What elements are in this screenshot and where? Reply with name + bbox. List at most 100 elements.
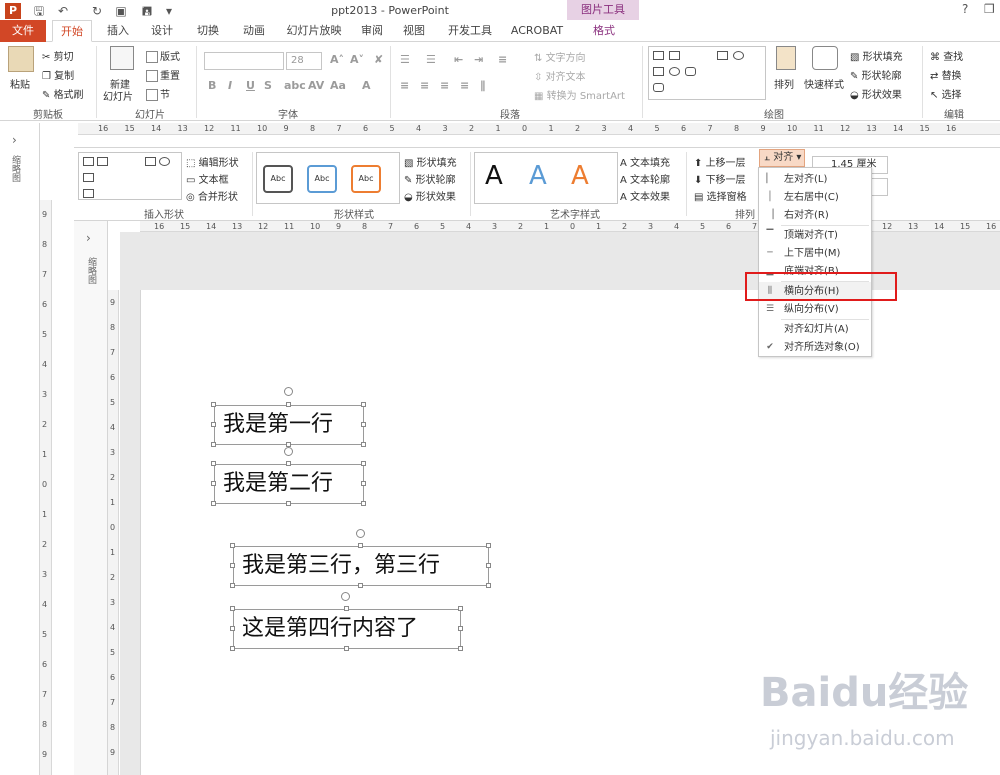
- save-icon[interactable]: 🖫: [30, 2, 48, 20]
- resize-handle[interactable]: [211, 481, 216, 486]
- resize-handle[interactable]: [211, 501, 216, 506]
- start-slideshow-icon[interactable]: ▣: [112, 2, 130, 20]
- increase-indent-icon[interactable]: ⇥: [474, 53, 483, 66]
- cut-button[interactable]: ✂ 剪切: [42, 48, 74, 63]
- undo-icon[interactable]: ↶: [54, 2, 72, 20]
- tab-home[interactable]: 开始: [52, 20, 92, 42]
- shape-style-dark[interactable]: Abc: [263, 165, 293, 193]
- menu-item-align-middle[interactable]: ─ 上下居中(M): [759, 244, 871, 263]
- resize-handle[interactable]: [358, 583, 363, 588]
- resize-handle[interactable]: [344, 606, 349, 611]
- shape-effects-button-2[interactable]: ◒ 形状效果: [404, 188, 456, 203]
- arrange-button[interactable]: 排列: [774, 76, 794, 91]
- resize-handle[interactable]: [486, 563, 491, 568]
- menu-item-align-to-slide[interactable]: 对齐幻灯片(A): [759, 320, 871, 339]
- rounded-rect-shape-icon[interactable]: [685, 67, 696, 76]
- smartart-button[interactable]: ▦ 转换为 SmartArt: [534, 87, 625, 102]
- tab-insert[interactable]: 插入: [100, 20, 136, 42]
- resize-handle[interactable]: [230, 563, 235, 568]
- clear-format-icon[interactable]: ✘: [374, 53, 383, 66]
- restore-icon[interactable]: ❒: [984, 2, 995, 16]
- justify-icon[interactable]: ≡: [460, 79, 469, 92]
- expand-pane-icon[interactable]: ›: [12, 133, 17, 147]
- text-box-line-2[interactable]: 我是第二行: [214, 464, 364, 504]
- tab-design[interactable]: 设计: [144, 20, 180, 42]
- resize-handle[interactable]: [286, 501, 291, 506]
- resize-handle[interactable]: [230, 606, 235, 611]
- align-center-text-icon[interactable]: ≡: [420, 79, 429, 92]
- resize-handle[interactable]: [361, 481, 366, 486]
- vertical-textbox-shape-icon[interactable]: [97, 157, 108, 166]
- reset-button[interactable]: 重置: [146, 67, 180, 82]
- replace-button[interactable]: ⇄ 替换: [930, 67, 962, 82]
- tab-slideshow[interactable]: 幻灯片放映: [282, 20, 346, 42]
- vertical-textbox-shape-icon[interactable]: [669, 51, 680, 60]
- font-name-select[interactable]: [204, 52, 284, 70]
- tab-acrobat[interactable]: ACROBAT: [508, 20, 566, 42]
- text-box-line-4[interactable]: 这是第四行内容了: [233, 609, 461, 649]
- bullets-icon[interactable]: ☰: [400, 53, 410, 66]
- resize-handle[interactable]: [361, 501, 366, 506]
- send-backward-button[interactable]: ⬇ 下移一层: [694, 171, 746, 186]
- new-slide-icon[interactable]: [110, 46, 134, 70]
- shapes-gallery[interactable]: [648, 46, 766, 100]
- shape-fill-button[interactable]: ▧ 形状填充: [850, 48, 903, 63]
- quick-styles-button[interactable]: 快速样式: [804, 76, 844, 91]
- line-spacing-icon[interactable]: ≡: [498, 53, 507, 66]
- decrease-indent-icon[interactable]: ⇤: [454, 53, 463, 66]
- text-effects-button[interactable]: A 文本效果: [620, 188, 670, 203]
- selection-pane-button[interactable]: ▤ 选择窗格: [694, 188, 747, 203]
- format-painter-button[interactable]: ✎ 格式刷: [42, 86, 84, 101]
- resize-handle[interactable]: [230, 583, 235, 588]
- tab-view[interactable]: 视图: [398, 20, 430, 42]
- resize-handle[interactable]: [361, 402, 366, 407]
- tab-file[interactable]: 文件: [0, 20, 46, 42]
- save-as-icon[interactable]: 🖪: [138, 2, 156, 20]
- find-button[interactable]: ⌘ 查找: [930, 48, 963, 63]
- copy-button[interactable]: ❐ 复制: [42, 67, 74, 82]
- text-box-button[interactable]: ▭ 文本框: [186, 171, 229, 186]
- menu-item-align-selected[interactable]: ✔ 对齐所选对象(O): [759, 338, 871, 357]
- columns-icon[interactable]: ∥: [480, 79, 486, 92]
- resize-handle[interactable]: [286, 461, 291, 466]
- oval-shape-icon[interactable]: [733, 51, 744, 60]
- change-case-icon[interactable]: Aa: [330, 79, 346, 92]
- resize-handle[interactable]: [230, 543, 235, 548]
- arrange-icon[interactable]: [776, 46, 796, 70]
- expand-pane-icon[interactable]: ›: [86, 231, 91, 245]
- wordart-gallery[interactable]: A A A: [474, 152, 618, 204]
- new-slide-label-2[interactable]: 幻灯片: [103, 88, 133, 103]
- shape-fill-button-2[interactable]: ▧ 形状填充: [404, 154, 457, 169]
- customize-toolbar-icon[interactable]: ▾: [160, 2, 178, 20]
- textbox-shape-icon[interactable]: [83, 157, 94, 166]
- quick-styles-icon[interactable]: [812, 46, 838, 70]
- paste-icon[interactable]: [8, 46, 34, 72]
- rotate-handle-icon[interactable]: [341, 592, 350, 601]
- font-color-icon[interactable]: A: [362, 79, 371, 92]
- bold-icon[interactable]: B: [208, 79, 216, 92]
- resize-handle[interactable]: [358, 543, 363, 548]
- menu-item-align-left[interactable]: ▏ 左对齐(L): [759, 170, 871, 189]
- oval-shape-icon[interactable]: [669, 67, 680, 76]
- textbox-shape-icon[interactable]: [653, 51, 664, 60]
- char-spacing-icon[interactable]: AV: [308, 79, 324, 92]
- align-right-text-icon[interactable]: ≡: [440, 79, 449, 92]
- tab-format[interactable]: 格式: [576, 20, 632, 42]
- shape-effects-button[interactable]: ◒ 形状效果: [850, 86, 902, 101]
- rectangle-shape-icon[interactable]: [145, 157, 156, 166]
- resize-handle[interactable]: [361, 461, 366, 466]
- section-button[interactable]: 节: [146, 86, 170, 101]
- resize-handle[interactable]: [458, 606, 463, 611]
- resize-handle[interactable]: [361, 442, 366, 447]
- layout-button[interactable]: 版式: [146, 48, 180, 63]
- resize-handle[interactable]: [458, 626, 463, 631]
- select-button[interactable]: ↖ 选择: [930, 86, 962, 101]
- resize-handle[interactable]: [230, 646, 235, 651]
- wave-shape-icon[interactable]: [653, 83, 664, 92]
- rectangle-shape-icon[interactable]: [83, 173, 94, 182]
- resize-handle[interactable]: [458, 646, 463, 651]
- resize-handle[interactable]: [361, 422, 366, 427]
- shape-outline-button-2[interactable]: ✎ 形状轮廓: [404, 171, 456, 186]
- font-size-select[interactable]: 28: [286, 52, 322, 70]
- align-button[interactable]: ⫠ 对齐 ▾: [759, 149, 805, 167]
